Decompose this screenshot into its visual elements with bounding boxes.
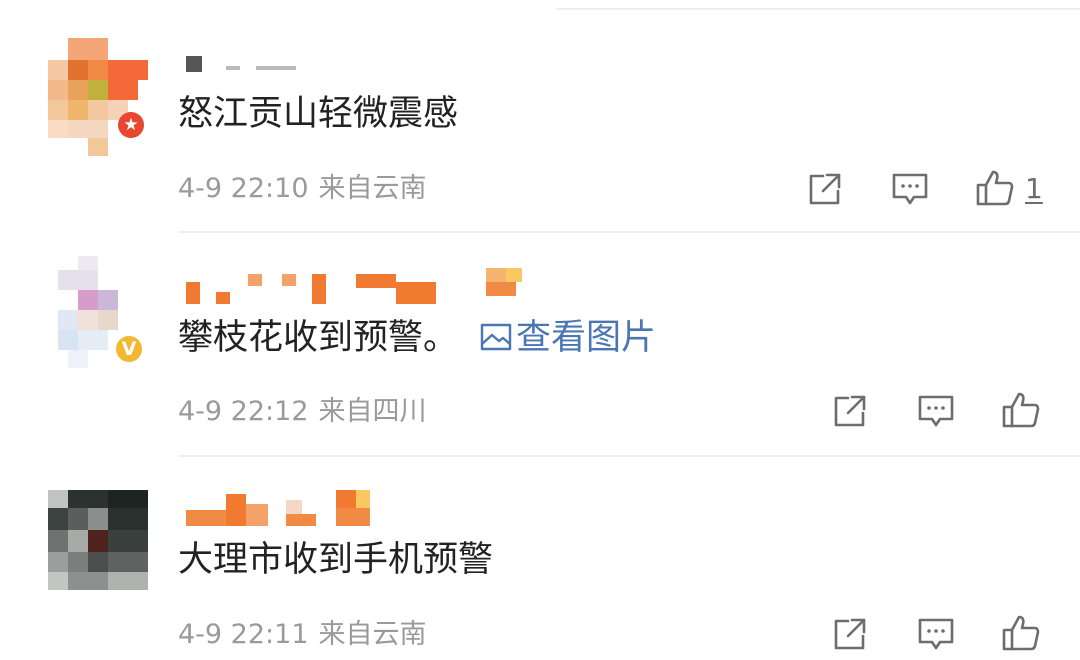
like-button[interactable]: 1 (975, 168, 1043, 208)
username-redacted (186, 54, 326, 94)
red-star-badge-icon: ★ (118, 112, 144, 138)
comment-icon (892, 173, 928, 205)
verified-badge-icon: V (116, 336, 142, 362)
comment-location: 来自云南 (318, 619, 427, 650)
avatar[interactable]: V (48, 256, 148, 368)
username-redacted (186, 490, 386, 530)
share-button[interactable] (831, 615, 869, 653)
view-image-link[interactable]: 查看图片 (480, 318, 656, 358)
comment-date: 4-9 22:10 (178, 173, 309, 204)
share-button[interactable] (806, 170, 844, 208)
comment-button[interactable] (916, 392, 956, 430)
comment-button[interactable] (890, 170, 930, 208)
comment-divider (178, 455, 1080, 457)
like-count: 1 (1025, 171, 1043, 205)
username-redacted (186, 268, 526, 308)
top-divider (556, 8, 1080, 10)
like-button[interactable] (1001, 390, 1041, 430)
view-image-label[interactable]: 查看图片 (516, 318, 656, 358)
like-button[interactable] (1001, 613, 1041, 653)
picture-icon (480, 323, 512, 351)
comment-text: 攀枝花收到预警。 查看图片 (178, 316, 656, 360)
share-button[interactable] (831, 392, 869, 430)
share-icon (834, 618, 866, 650)
comment-icon (918, 618, 954, 650)
comment-meta: 4-9 22:12 来自四川 (178, 395, 427, 429)
comment-text: 怒江贡山轻微震感 (178, 94, 459, 134)
comment-meta: 4-9 22:11 来自云南 (178, 618, 427, 652)
comment-body: 攀枝花收到预警。 (178, 318, 459, 358)
comment-meta: 4-9 22:10 来自云南 (178, 172, 427, 206)
share-icon (834, 395, 866, 427)
comment-location: 来自四川 (318, 396, 427, 427)
share-icon (809, 173, 841, 205)
comment-location: 来自云南 (318, 173, 427, 204)
comment-date: 4-9 22:12 (178, 396, 309, 427)
thumbs-up-icon (976, 170, 1014, 206)
comment-text: 大理市收到手机预警 (178, 540, 494, 580)
comment-divider (178, 231, 1080, 233)
comment-date: 4-9 22:11 (178, 619, 309, 650)
comment-icon (918, 395, 954, 427)
comment-button[interactable] (916, 615, 956, 653)
thumbs-up-icon (1002, 392, 1040, 428)
thumbs-up-icon (1002, 615, 1040, 651)
avatar[interactable]: ★ (48, 38, 148, 156)
avatar[interactable] (48, 490, 148, 600)
